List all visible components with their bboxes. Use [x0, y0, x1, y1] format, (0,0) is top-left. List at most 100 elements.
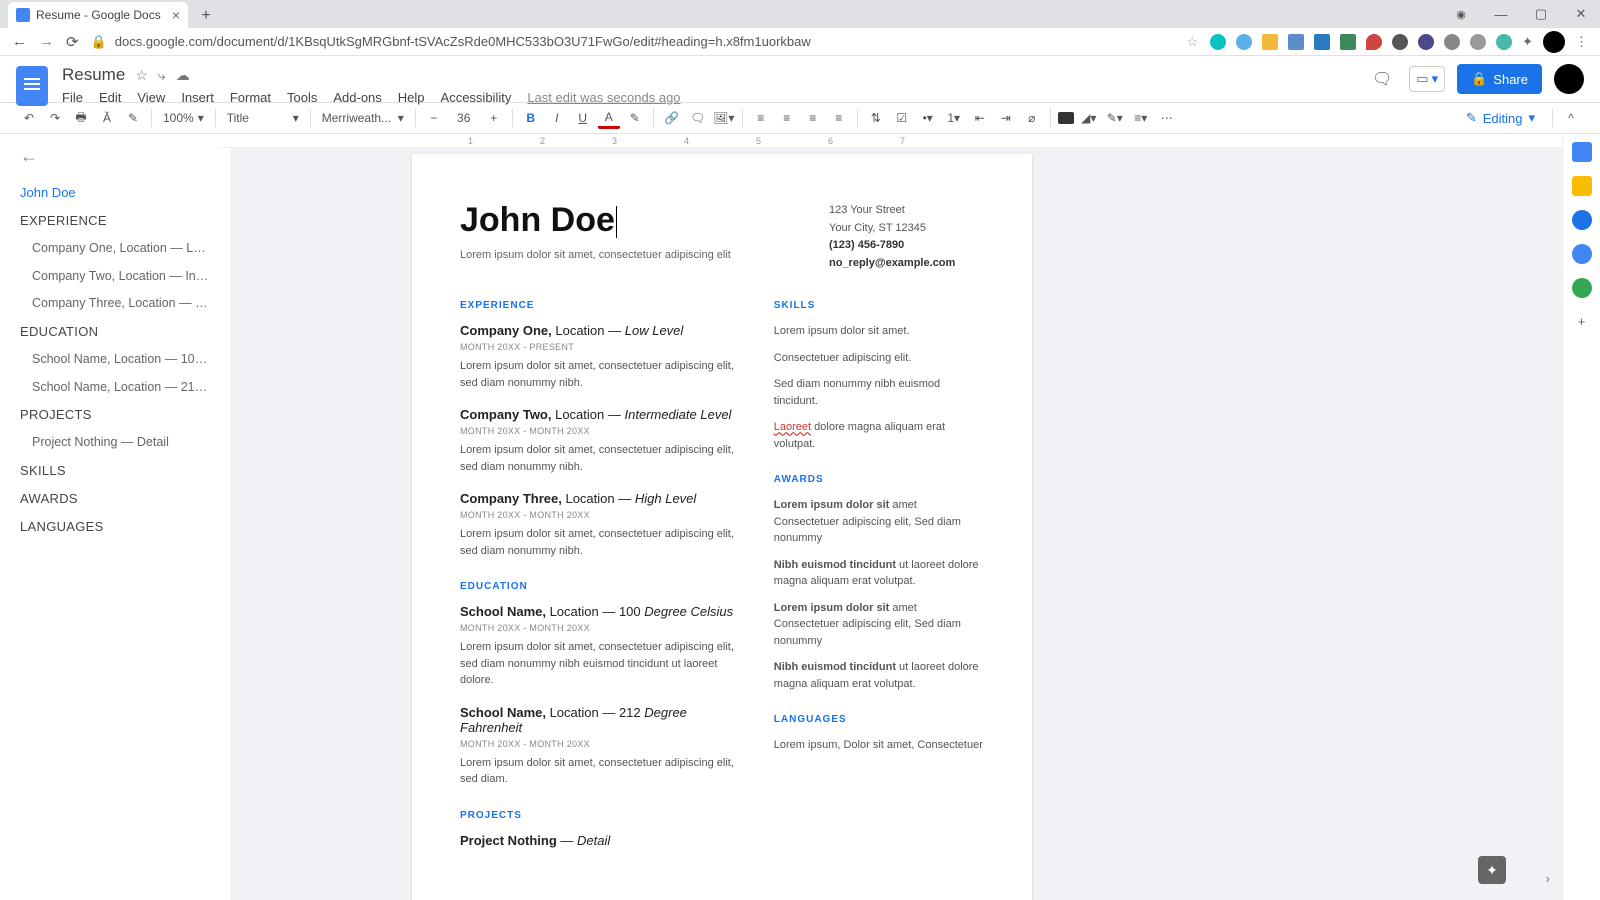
menu-file[interactable]: File: [62, 90, 83, 105]
ext-icon[interactable]: [1496, 34, 1512, 50]
paint-format-icon[interactable]: ✎: [122, 107, 144, 129]
outline-item[interactable]: Company Three, Location — Hig...: [20, 290, 210, 318]
outline-item[interactable]: EDUCATION: [20, 318, 210, 346]
menu-icon[interactable]: ⋮: [1575, 34, 1588, 50]
url-field[interactable]: 🔒 docs.google.com/document/d/1KBsqUtkSgM…: [91, 34, 1175, 50]
contact-block[interactable]: 123 Your Street Your City, ST 12345 (123…: [829, 202, 984, 272]
last-edit-link[interactable]: Last edit was seconds ago: [527, 90, 680, 105]
close-tab-icon[interactable]: ×: [172, 7, 180, 23]
calendar-icon[interactable]: [1572, 142, 1592, 162]
menu-insert[interactable]: Insert: [181, 90, 214, 105]
skill-item[interactable]: Lorem ipsum dolor sit amet.: [774, 323, 984, 340]
resume-tagline[interactable]: Lorem ipsum dolor sit amet, consectetuer…: [460, 249, 799, 261]
job-entry[interactable]: Company Three, Location — High LevelMONT…: [460, 491, 744, 559]
ext-icon[interactable]: [1210, 34, 1226, 50]
close-window-icon[interactable]: ✕: [1562, 0, 1600, 28]
align-justify-icon[interactable]: ≡: [828, 107, 850, 129]
outline-back-icon[interactable]: ←: [20, 146, 210, 167]
back-icon[interactable]: ←: [12, 33, 27, 50]
job-entry[interactable]: School Name, Location — 212 Degree Fahre…: [460, 705, 744, 788]
border-style-icon[interactable]: ≡▾: [1130, 107, 1152, 129]
job-entry[interactable]: Company One, Location — Low LevelMONTH 2…: [460, 323, 744, 391]
skill-item[interactable]: Sed diam nonummy nibh euismod tincidunt.: [774, 376, 984, 409]
award-item[interactable]: Lorem ipsum dolor sit amet Consectetuer …: [774, 600, 984, 650]
font-size-input[interactable]: 36: [449, 111, 479, 125]
bold-icon[interactable]: B: [520, 107, 542, 129]
redo-icon[interactable]: ↷: [44, 107, 66, 129]
outline-item[interactable]: School Name, Location — 212 D...: [20, 374, 210, 402]
job-entry[interactable]: Company Two, Location — Intermediate Lev…: [460, 407, 744, 475]
ext-icon[interactable]: [1340, 34, 1356, 50]
add-addon-icon[interactable]: +: [1572, 312, 1592, 332]
cell-fill-icon[interactable]: [1058, 112, 1074, 124]
underline-icon[interactable]: U: [572, 107, 594, 129]
side-panel-toggle-icon[interactable]: ›: [1546, 871, 1550, 886]
border-width-icon[interactable]: ✎▾: [1104, 107, 1126, 129]
menu-tools[interactable]: Tools: [287, 90, 317, 105]
collapse-toolbar-icon[interactable]: ^: [1560, 107, 1582, 129]
tasks-icon[interactable]: [1572, 210, 1592, 230]
menu-view[interactable]: View: [137, 90, 165, 105]
section-education[interactable]: EDUCATION: [460, 581, 744, 592]
align-center-icon[interactable]: ≡: [776, 107, 798, 129]
document-title[interactable]: Resume: [62, 65, 125, 85]
section-projects[interactable]: PROJECTS: [460, 810, 744, 821]
undo-icon[interactable]: ↶: [18, 107, 40, 129]
document-page[interactable]: ⋮ John Doe Lorem ipsum dolor sit amet, c…: [412, 154, 1032, 900]
text-color-icon[interactable]: A: [598, 107, 620, 129]
increase-font-icon[interactable]: +: [483, 107, 505, 129]
section-languages[interactable]: LANGUAGES: [774, 714, 984, 725]
page-scroll[interactable]: ⋮ John Doe Lorem ipsum dolor sit amet, c…: [218, 148, 1562, 900]
job-entry[interactable]: School Name, Location — 100 Degree Celsi…: [460, 604, 744, 689]
ext-icon[interactable]: [1366, 34, 1382, 50]
present-button[interactable]: ▭▾: [1409, 66, 1445, 92]
award-item[interactable]: Lorem ipsum dolor sit amet Consectetuer …: [774, 497, 984, 547]
outline-item[interactable]: School Name, Location — 100 D...: [20, 346, 210, 374]
section-skills[interactable]: SKILLS: [774, 300, 984, 311]
ext-icon[interactable]: [1418, 34, 1434, 50]
ext-icon[interactable]: [1444, 34, 1460, 50]
forward-icon[interactable]: →: [39, 33, 54, 50]
decrease-font-icon[interactable]: −: [423, 107, 445, 129]
border-dash-icon[interactable]: ⋯: [1156, 107, 1178, 129]
print-icon[interactable]: 🖶: [70, 107, 92, 129]
horizontal-ruler[interactable]: 1234567: [218, 134, 1562, 148]
outline-item[interactable]: SKILLS: [20, 457, 210, 485]
job-entry[interactable]: Project Nothing — Detail: [460, 833, 744, 848]
docs-logo-icon[interactable]: [16, 66, 48, 106]
browser-tab[interactable]: Resume - Google Docs ×: [8, 2, 188, 28]
outline-title[interactable]: John Doe: [20, 179, 210, 207]
ext-icon[interactable]: [1236, 34, 1252, 50]
ext-icon[interactable]: [1314, 34, 1330, 50]
keep-icon[interactable]: [1572, 176, 1592, 196]
number-list-icon[interactable]: 1▾: [943, 107, 965, 129]
outline-item[interactable]: AWARDS: [20, 485, 210, 513]
menu-edit[interactable]: Edit: [99, 90, 121, 105]
move-icon[interactable]: ⤷: [158, 67, 166, 84]
checklist-icon[interactable]: ☑: [891, 107, 913, 129]
contacts-icon[interactable]: [1572, 244, 1592, 264]
menu-accessibility[interactable]: Accessibility: [441, 90, 512, 105]
bullet-list-icon[interactable]: •▾: [917, 107, 939, 129]
editing-mode-button[interactable]: ✎Editing ▾: [1456, 110, 1545, 126]
browser-account-icon[interactable]: ◉: [1442, 0, 1480, 28]
minimize-icon[interactable]: —: [1482, 0, 1520, 28]
outline-item[interactable]: Company Two, Location — Inter...: [20, 263, 210, 291]
star-icon[interactable]: ☆: [135, 67, 148, 84]
reload-icon[interactable]: ⟳: [66, 33, 79, 51]
zoom-select[interactable]: 100% ▾: [159, 107, 208, 129]
section-experience[interactable]: EXPERIENCE: [460, 300, 744, 311]
border-color-icon[interactable]: ◢▾: [1078, 107, 1100, 129]
maximize-icon[interactable]: ▢: [1522, 0, 1560, 28]
outline-item[interactable]: Project Nothing — Detail: [20, 429, 210, 457]
award-item[interactable]: Nibh euismod tincidunt ut laoreet dolore…: [774, 557, 984, 590]
menu-format[interactable]: Format: [230, 90, 271, 105]
ext-icon[interactable]: [1470, 34, 1486, 50]
ext-icon[interactable]: [1262, 34, 1278, 50]
ext-icon[interactable]: [1288, 34, 1304, 50]
share-button[interactable]: 🔒Share: [1457, 64, 1542, 94]
link-icon[interactable]: 🔗: [661, 107, 683, 129]
cloud-icon[interactable]: ☁: [176, 67, 190, 84]
comment-icon[interactable]: 🗨: [687, 107, 709, 129]
maps-icon[interactable]: [1572, 278, 1592, 298]
